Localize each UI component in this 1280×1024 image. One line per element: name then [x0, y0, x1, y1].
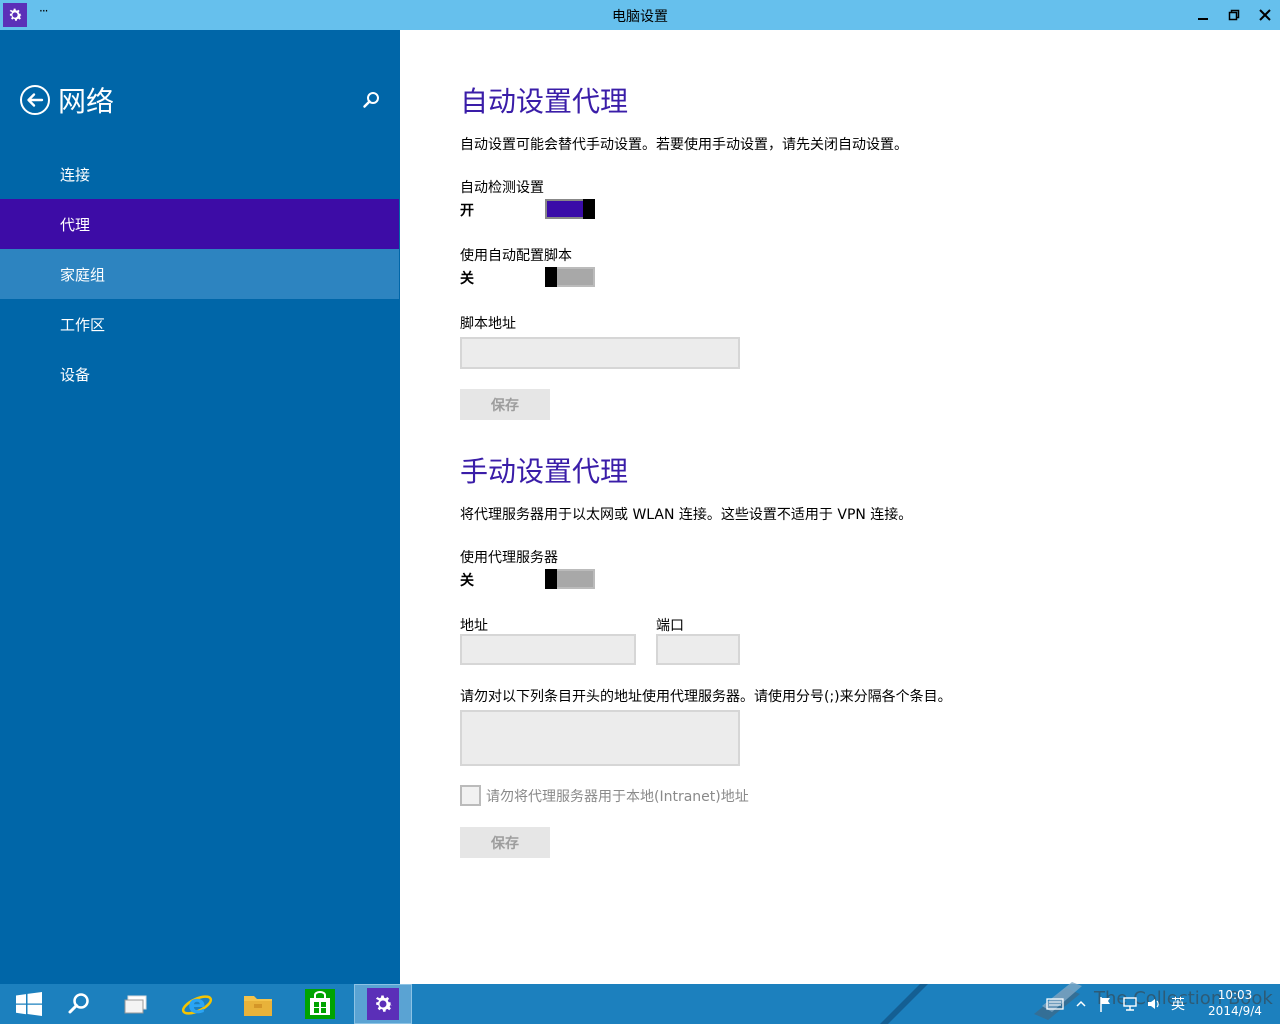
manual-save-button[interactable]: 保存 — [460, 827, 550, 858]
setup-script-state: 关 — [460, 271, 474, 287]
restore-icon — [1228, 9, 1240, 21]
taskbar-search-button[interactable] — [50, 984, 108, 1024]
window-title: 电脑设置 — [612, 9, 668, 25]
sidebar-item-label: 代理 — [60, 216, 91, 234]
manual-proxy-heading: 手动设置代理 — [460, 455, 629, 488]
manual-proxy-description: 将代理服务器用于以太网或 WLAN 连接。这些设置不适用于 VPN 连接。 — [460, 507, 913, 523]
clock-time: 10:03 — [1217, 988, 1253, 1002]
windows-logo-icon — [16, 992, 42, 1016]
toggle-knob — [545, 267, 557, 287]
title-bar: ··· 电脑设置 — [0, 0, 1280, 30]
minimize-button[interactable] — [1188, 0, 1218, 30]
setup-script-label: 使用自动配置脚本 — [460, 248, 572, 264]
sidebar-item-workplace[interactable]: 工作区 — [0, 299, 400, 349]
exceptions-label: 请勿对以下列条目开头的地址使用代理服务器。请使用分号(;)来分隔各个条目。 — [460, 689, 952, 705]
proxy-address-label: 地址 — [460, 618, 488, 634]
use-proxy-state: 关 — [460, 573, 474, 589]
store-bag-icon — [305, 989, 335, 1019]
input-language-indicator[interactable]: 英 — [1171, 994, 1185, 1014]
proxy-port-label: 端口 — [656, 618, 684, 634]
app-commands-button[interactable]: ··· — [39, 4, 49, 18]
sidebar-item-label: 连接 — [60, 166, 91, 184]
gear-icon — [9, 8, 23, 21]
sidebar-item-connections[interactable]: 连接 — [0, 149, 400, 199]
toggle-knob — [545, 569, 557, 589]
restore-button[interactable] — [1219, 0, 1249, 30]
store-button[interactable] — [291, 984, 349, 1024]
close-button[interactable] — [1250, 0, 1280, 30]
gear-icon — [367, 988, 399, 1020]
bypass-local-checkbox[interactable] — [460, 785, 481, 806]
auto-save-button[interactable]: 保存 — [460, 389, 550, 420]
sidebar-item-devices[interactable]: 设备 — [0, 349, 400, 399]
proxy-port-input[interactable] — [656, 634, 740, 665]
network-icon[interactable] — [1121, 995, 1139, 1013]
setup-script-toggle[interactable] — [545, 267, 595, 287]
sidebar-item-label: 工作区 — [60, 316, 106, 334]
use-proxy-toggle[interactable] — [545, 569, 595, 589]
pc-settings-taskbar-button[interactable] — [354, 984, 412, 1024]
search-icon — [68, 993, 89, 1014]
taskbar-stripe-decoration — [880, 984, 928, 1024]
toggle-knob — [583, 199, 595, 219]
taskbar-clock[interactable]: 10:03 2014/9/4 — [1196, 987, 1274, 1019]
svg-text:e: e — [188, 990, 206, 1020]
use-proxy-label: 使用代理服务器 — [460, 550, 558, 566]
exceptions-textarea[interactable] — [460, 710, 740, 766]
sidebar-item-homegroup[interactable]: 家庭组 — [0, 249, 399, 299]
file-explorer-button[interactable] — [229, 984, 287, 1024]
folder-icon — [244, 996, 272, 1016]
sidebar-item-label: 设备 — [60, 366, 91, 384]
script-address-input[interactable] — [460, 337, 740, 369]
sidebar-item-proxy[interactable]: 代理 — [0, 199, 399, 249]
sidebar-item-label: 家庭组 — [60, 266, 106, 284]
auto-detect-label: 自动检测设置 — [460, 180, 544, 196]
chevron-up-icon[interactable] — [1074, 996, 1088, 1012]
search-icon[interactable] — [361, 90, 381, 110]
bypass-local-label: 请勿将代理服务器用于本地(Intranet)地址 — [486, 789, 749, 805]
section-title: 网络 — [58, 85, 115, 118]
close-icon — [1259, 9, 1271, 21]
auto-detect-state: 开 — [460, 203, 474, 219]
main-content: 自动设置代理 自动设置可能会替代手动设置。若要使用手动设置，请先关闭自动设置。 … — [400, 30, 1280, 984]
internet-explorer-icon: e — [181, 990, 213, 1020]
action-center-flag-icon[interactable] — [1097, 995, 1115, 1013]
minimize-icon — [1198, 18, 1208, 20]
auto-proxy-heading: 自动设置代理 — [460, 85, 629, 118]
volume-icon[interactable] — [1145, 995, 1163, 1013]
internet-explorer-button[interactable]: e — [168, 984, 226, 1024]
clock-date: 2014/9/4 — [1208, 1004, 1262, 1018]
auto-detect-toggle[interactable] — [545, 199, 595, 219]
keyboard-icon[interactable] — [1044, 996, 1068, 1012]
settings-app-icon[interactable] — [3, 3, 27, 27]
task-view-button[interactable] — [108, 984, 166, 1024]
auto-proxy-description: 自动设置可能会替代手动设置。若要使用手动设置，请先关闭自动设置。 — [460, 137, 908, 153]
notification-area: 英 — [1044, 984, 1185, 1024]
taskbar: e The Collection Book 英 10:03 2014/9/4 — [0, 982, 1280, 1024]
script-address-label: 脚本地址 — [460, 316, 516, 332]
proxy-address-input[interactable] — [460, 634, 636, 665]
back-arrow-icon[interactable] — [19, 84, 51, 116]
sidebar: 网络 连接 代理 家庭组 工作区 设备 — [0, 30, 400, 984]
task-view-icon — [124, 995, 147, 1014]
